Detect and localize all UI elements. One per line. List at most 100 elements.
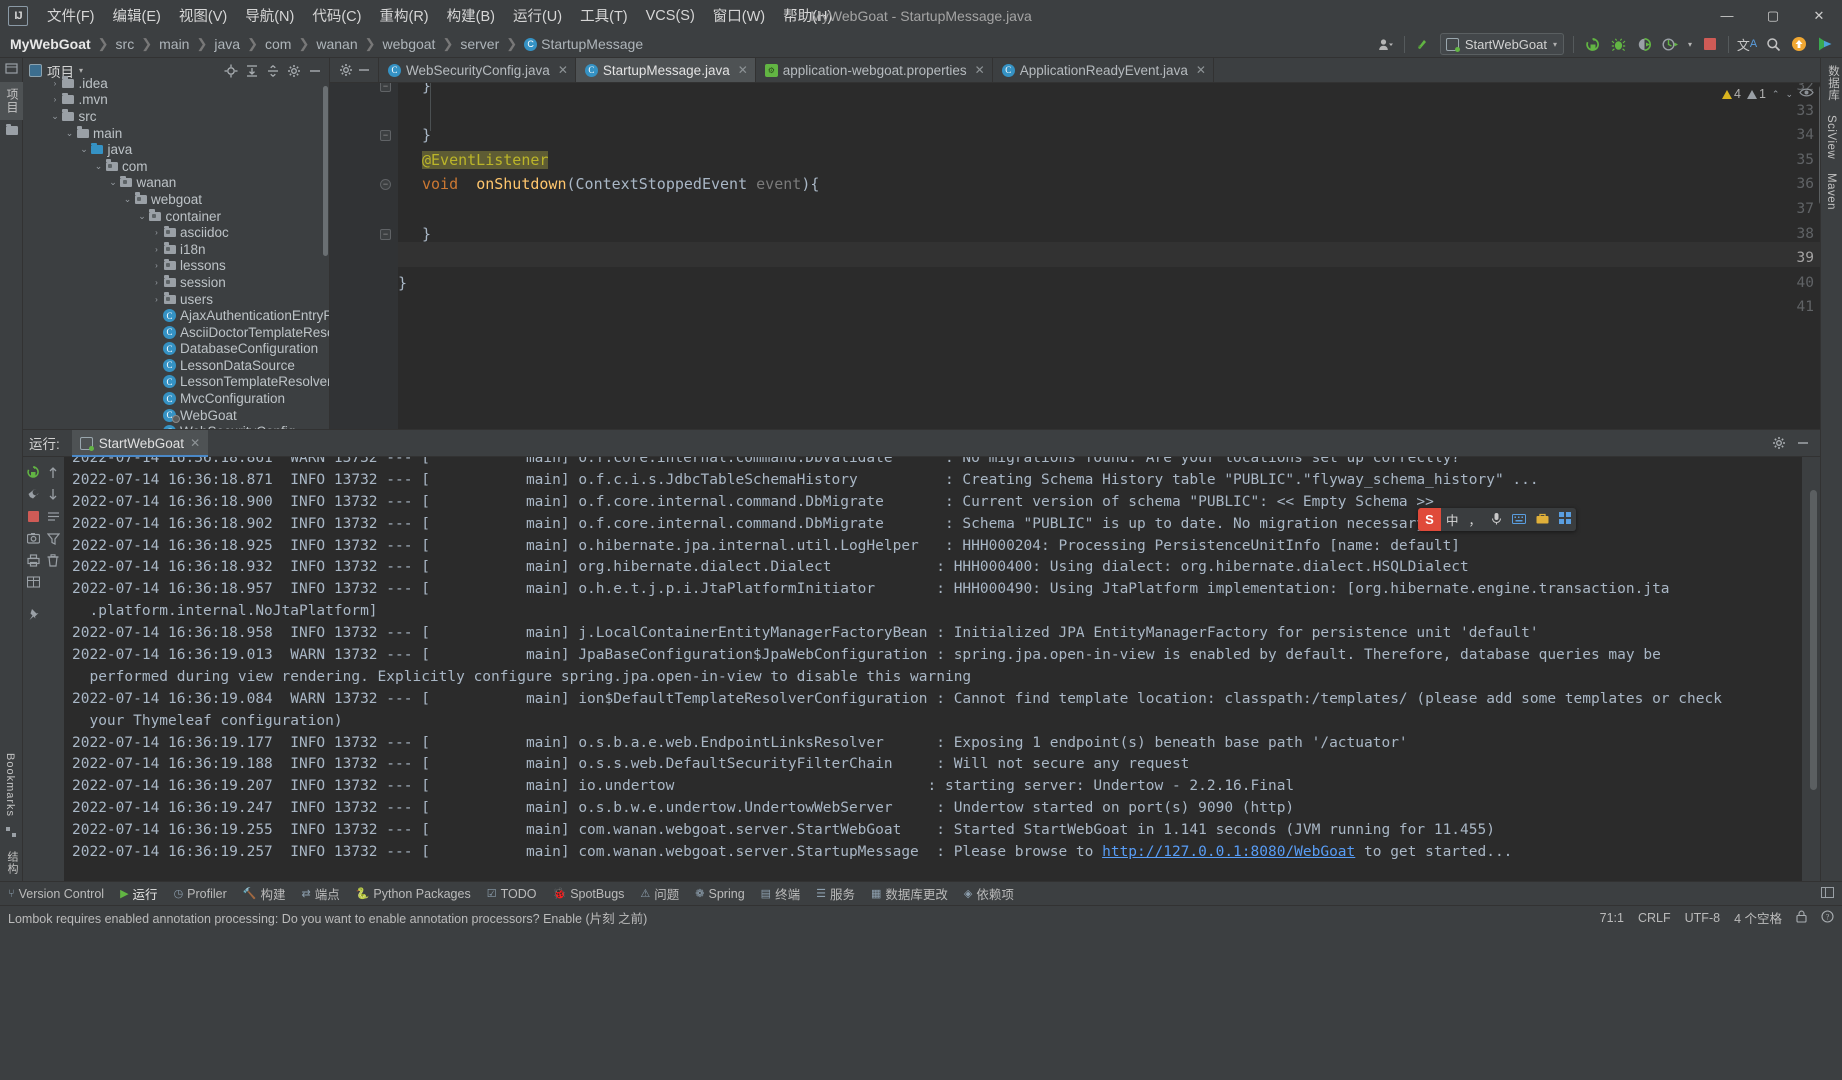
- breadcrumb-project[interactable]: MyWebGoat: [10, 36, 91, 52]
- menu-item-navigate[interactable]: 导航(N): [236, 2, 303, 29]
- bottom-bar-item-终端[interactable]: ▤ 终端: [753, 882, 808, 906]
- menu-item-edit[interactable]: 编辑(E): [104, 2, 170, 29]
- tree-node-.mvn[interactable]: › .mvn: [23, 92, 329, 109]
- ime-voice-icon[interactable]: [1486, 512, 1507, 528]
- chevron-right-icon[interactable]: ›: [151, 278, 162, 287]
- chevron-down-icon[interactable]: ⌄: [137, 211, 148, 222]
- lock-icon[interactable]: [1796, 910, 1807, 926]
- maximize-button[interactable]: ▢: [1750, 0, 1796, 31]
- tree-node-asciidoctortemplateresolver[interactable]: CAsciiDoctorTemplateResolver: [23, 324, 329, 341]
- chevron-down-icon[interactable]: ⌄: [108, 177, 119, 188]
- tree-node-main[interactable]: ⌄ main: [23, 125, 329, 142]
- menu-item-vcs[interactable]: VCS(S): [637, 5, 704, 27]
- print-icon[interactable]: [23, 549, 43, 571]
- tree-node-java[interactable]: ⌄ java: [23, 141, 329, 158]
- minimize-button[interactable]: —: [1704, 0, 1750, 31]
- menu-item-refactor[interactable]: 重构(R): [370, 2, 437, 29]
- chevron-right-icon[interactable]: ›: [151, 245, 162, 254]
- pin-icon[interactable]: [23, 603, 43, 625]
- tree-node-.idea[interactable]: › .idea: [23, 75, 329, 92]
- warning-badge[interactable]: 4: [1722, 87, 1741, 101]
- tree-node-ajaxauthenticationentrypoint[interactable]: CAjaxAuthenticationEntryPoint: [23, 307, 329, 324]
- right-tab-database[interactable]: 数据库: [1821, 58, 1842, 108]
- tree-node-container[interactable]: ⌄ container: [23, 208, 329, 225]
- chevron-down-icon[interactable]: ⌄: [79, 144, 90, 155]
- translate-icon[interactable]: 文A: [1734, 32, 1760, 56]
- menu-item-code[interactable]: 代码(C): [303, 2, 370, 29]
- left-tab-structure[interactable]: 结构: [0, 845, 24, 881]
- coverage-icon[interactable]: [1631, 32, 1657, 56]
- bottom-bar-item-todo[interactable]: ☑ TODO: [479, 882, 545, 906]
- ime-toolbox-icon[interactable]: [1531, 513, 1554, 527]
- bottom-bar-item-端点[interactable]: ⇄ 端点: [293, 882, 347, 906]
- menu-item-view[interactable]: 视图(V): [170, 2, 236, 29]
- profiler-icon[interactable]: [1657, 32, 1683, 56]
- breadcrumb-java[interactable]: java: [214, 36, 240, 52]
- tree-node-asciidoc[interactable]: › asciidoc: [23, 224, 329, 241]
- tree-node-webgoat[interactable]: ⌄ webgoat: [23, 191, 329, 208]
- chevron-right-icon[interactable]: ›: [151, 261, 162, 270]
- console-scrollbar[interactable]: [1810, 490, 1817, 790]
- breadcrumb-main[interactable]: main: [159, 36, 189, 52]
- ime-apps-icon[interactable]: [1554, 512, 1576, 527]
- line-separator[interactable]: CRLF: [1638, 911, 1671, 925]
- bottom-bar-item-依赖项[interactable]: ◈ 依赖项: [956, 882, 1022, 906]
- tips-icon[interactable]: ?: [1821, 909, 1834, 926]
- project-tree-scrollbar[interactable]: [323, 86, 328, 256]
- editor-tab-application-webgoat-properties[interactable]: ⚙ application-webgoat.properties ✕: [756, 58, 993, 82]
- rerun-icon[interactable]: [1579, 32, 1605, 56]
- indent-setting[interactable]: 4 个空格: [1734, 908, 1782, 927]
- close-button[interactable]: ✕: [1796, 0, 1842, 31]
- ime-keyboard-icon[interactable]: [1507, 513, 1531, 527]
- chevron-down-icon[interactable]: ⌄: [1785, 89, 1793, 100]
- console-link[interactable]: http://127.0.0.1:8080/WebGoat: [1102, 844, 1355, 860]
- chevron-right-icon[interactable]: ›: [50, 95, 61, 104]
- plugin-icon[interactable]: [1812, 32, 1838, 56]
- bottom-bar-item-构建[interactable]: 🔨 构建: [235, 882, 294, 906]
- bottom-bar-item-数据库更改[interactable]: ▦ 数据库更改: [863, 882, 956, 906]
- bottom-bar-item-运行[interactable]: ▶ 运行: [112, 882, 165, 906]
- bottom-bar-item-spotbugs[interactable]: 🐞 SpotBugs: [544, 882, 632, 906]
- debug-icon[interactable]: [1605, 32, 1631, 56]
- tree-node-users[interactable]: › users: [23, 291, 329, 308]
- gear-icon[interactable]: [1768, 432, 1790, 454]
- user-icon[interactable]: [1373, 32, 1399, 56]
- editor-tab-startupmessage[interactable]: C StartupMessage.java ✕: [575, 58, 756, 82]
- left-tab-project[interactable]: 项目: [0, 82, 25, 120]
- ime-floating-bar[interactable]: S 中 ，: [1418, 508, 1577, 531]
- project-tool-icon[interactable]: [0, 58, 23, 82]
- menu-item-window[interactable]: 窗口(W): [704, 2, 774, 29]
- structure-icon[interactable]: [0, 823, 23, 845]
- run-configuration-selector[interactable]: StartWebGoat ▾: [1439, 33, 1564, 55]
- stop-icon[interactable]: [1697, 32, 1723, 56]
- code-fold-icon[interactable]: −: [380, 130, 391, 142]
- search-everywhere-icon[interactable]: [1760, 32, 1786, 56]
- breadcrumb-file[interactable]: StartupMessage: [541, 36, 643, 52]
- tree-node-databaseconfiguration[interactable]: C DatabaseConfiguration: [23, 341, 329, 358]
- scroll-up-icon[interactable]: [43, 461, 63, 483]
- code-fold-icon[interactable]: −: [380, 228, 391, 240]
- close-icon[interactable]: ✕: [190, 436, 200, 450]
- chevron-down-icon[interactable]: ▾: [1683, 32, 1697, 56]
- chevron-right-icon[interactable]: ›: [50, 79, 61, 88]
- breadcrumb-src[interactable]: src: [116, 36, 135, 52]
- layout-icon[interactable]: [1821, 886, 1834, 901]
- left-tab-bookmarks[interactable]: Bookmarks: [0, 747, 20, 823]
- bottom-bar-item-问题[interactable]: ⚠ 问题: [632, 882, 687, 906]
- tree-node-src[interactable]: ⌄ src: [23, 108, 329, 125]
- bottom-bar-item-python-packages[interactable]: 🐍 Python Packages: [348, 882, 479, 906]
- trash-icon[interactable]: [43, 549, 63, 571]
- bottom-bar-item-spring[interactable]: ❁ Spring: [687, 882, 752, 906]
- bottom-bar-item-服务[interactable]: ☰ 服务: [808, 882, 863, 906]
- chevron-down-icon[interactable]: ⌄: [50, 111, 61, 122]
- breadcrumb-webgoat[interactable]: webgoat: [383, 36, 436, 52]
- tree-node-i18n[interactable]: › i18n: [23, 241, 329, 258]
- scroll-down-icon[interactable]: [43, 483, 63, 505]
- table-icon[interactable]: [23, 571, 43, 593]
- tree-node-lessontemplateresolver[interactable]: C LessonTemplateResolver: [23, 374, 329, 391]
- chevron-right-icon[interactable]: ›: [151, 228, 162, 237]
- tree-node-webgoat[interactable]: C WebGoat: [23, 407, 329, 424]
- weak-warning-badge[interactable]: 1: [1746, 87, 1766, 101]
- chevron-down-icon[interactable]: ⌄: [122, 194, 133, 205]
- run-tab-startwebgoat[interactable]: StartWebGoat ✕: [71, 429, 209, 457]
